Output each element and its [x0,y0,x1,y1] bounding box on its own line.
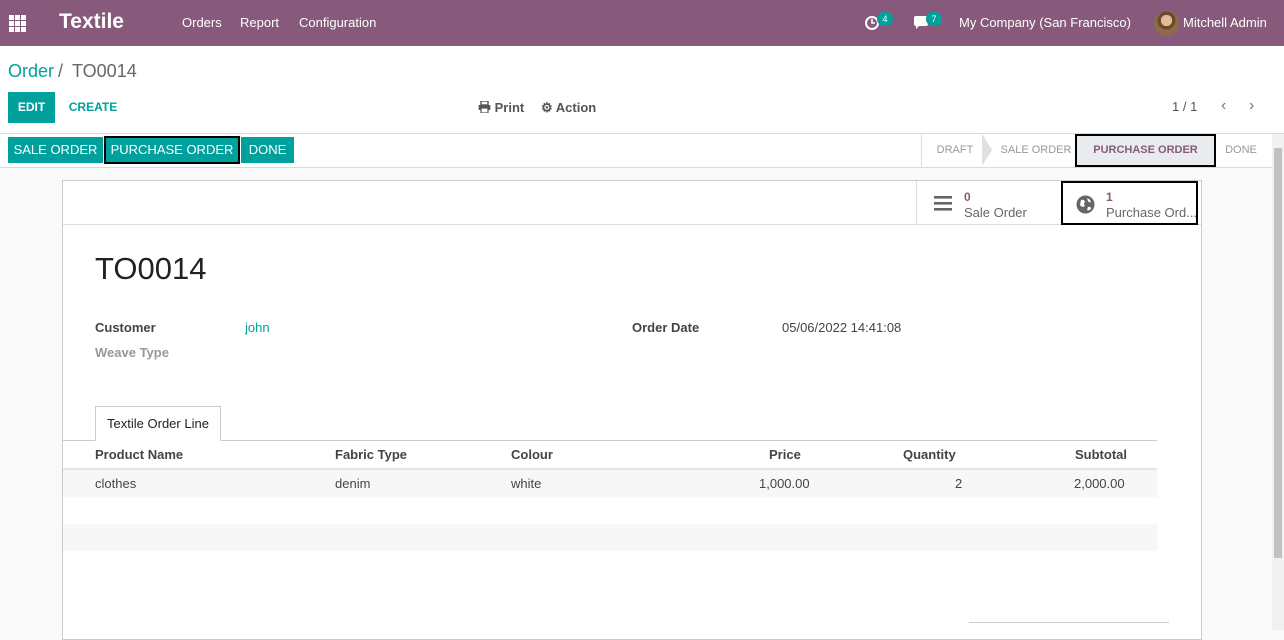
breadcrumb-separator: / [58,61,64,81]
globe-icon [1076,195,1095,214]
tab-textile-order-line[interactable]: Textile Order Line [95,406,221,441]
purchase-order-smart-button[interactable]: 1 Purchase Ord... [1061,181,1198,225]
cell-price: 1,000.00 [759,476,810,491]
menu-configuration[interactable]: Configuration [299,15,376,30]
table-row[interactable] [63,470,1157,497]
customer-value[interactable]: john [245,320,270,335]
sale-order-count: 0 [964,190,971,204]
print-icon [478,100,491,114]
list-icon [934,196,952,211]
stage-draft[interactable]: DRAFT [922,134,988,167]
print-label: Print [494,100,525,115]
customer-label: Customer [95,320,156,335]
stage-done[interactable]: DONE [1216,134,1266,167]
scrollbar-thumb[interactable] [1274,148,1282,558]
purchase-order-count: 1 [1106,190,1113,204]
edit-button[interactable]: EDIT [8,92,55,123]
statusbar: SALE ORDER PURCHASE ORDER DONE DRAFT SAL… [0,134,1284,168]
done-button[interactable]: DONE [241,137,294,163]
cell-subtotal: 2,000.00 [1074,476,1125,491]
breadcrumb-current: TO0014 [72,61,137,81]
print-dropdown[interactable]: Print [478,100,524,115]
order-date-value: 05/06/2022 14:41:08 [782,320,902,335]
page-scrollbar[interactable] [1272,134,1284,630]
tab-divider [63,440,1157,441]
pager-next-icon[interactable]: › [1249,97,1254,115]
breadcrumb-parent[interactable]: Order [8,61,54,82]
smart-button-box: 0 Sale Order 1 Purchase Ord... [63,181,1201,225]
sale-order-button[interactable]: SALE ORDER [8,137,103,163]
sale-order-smart-button[interactable]: 0 Sale Order [916,181,1061,225]
apps-menu-icon[interactable] [9,15,26,32]
sale-order-smart-label: Sale Order [964,205,1027,220]
cell-quantity: 2 [955,476,963,491]
record-title: TO0014 [95,251,207,286]
cell-fabric: denim [335,476,371,491]
action-dropdown[interactable]: ⚙ Action [541,100,596,116]
pager-value[interactable]: 1 / 1 [1172,99,1197,114]
col-subtotal[interactable]: Subtotal [1075,447,1127,462]
control-panel: Order / TO0014 EDIT CREATE Print ⚙ Actio… [0,46,1284,134]
user-menu[interactable]: Mitchell Admin [1183,15,1267,30]
action-label: Action [555,100,597,115]
gear-icon: ⚙ [541,100,553,115]
purchase-order-button[interactable]: PURCHASE ORDER [104,136,240,164]
empty-row [63,524,1157,551]
user-avatar[interactable] [1154,11,1179,36]
weave-type-label: Weave Type [95,345,169,360]
order-date-label: Order Date [632,320,700,335]
activity-count-badge: 4 [877,12,893,26]
create-button[interactable]: CREATE [62,92,124,123]
menu-report[interactable]: Report [240,15,279,30]
top-navbar: Textile Orders Report Configuration 4 7 … [0,0,1284,46]
col-product-name[interactable]: Product Name [95,447,183,462]
col-colour[interactable]: Colour [511,447,553,462]
pager-previous-icon[interactable]: ‹ [1221,97,1226,115]
form-sheet: 0 Sale Order 1 Purchase Ord... TO0014 Cu… [62,180,1202,640]
stage-sale-order[interactable]: SALE ORDER [995,134,1077,167]
cell-product: clothes [95,476,137,491]
messages-count-badge: 7 [926,12,942,26]
company-switcher[interactable]: My Company (San Francisco) [959,15,1131,30]
purchase-order-smart-label: Purchase Ord... [1106,205,1198,220]
stage-purchase-order[interactable]: PURCHASE ORDER [1075,134,1216,167]
menu-orders[interactable]: Orders [182,15,222,30]
col-fabric-type[interactable]: Fabric Type [335,447,407,462]
total-divider [969,622,1169,623]
col-quantity[interactable]: Quantity [903,447,956,462]
cell-colour: white [511,476,542,491]
app-name[interactable]: Textile [59,10,124,34]
col-price[interactable]: Price [769,447,801,462]
